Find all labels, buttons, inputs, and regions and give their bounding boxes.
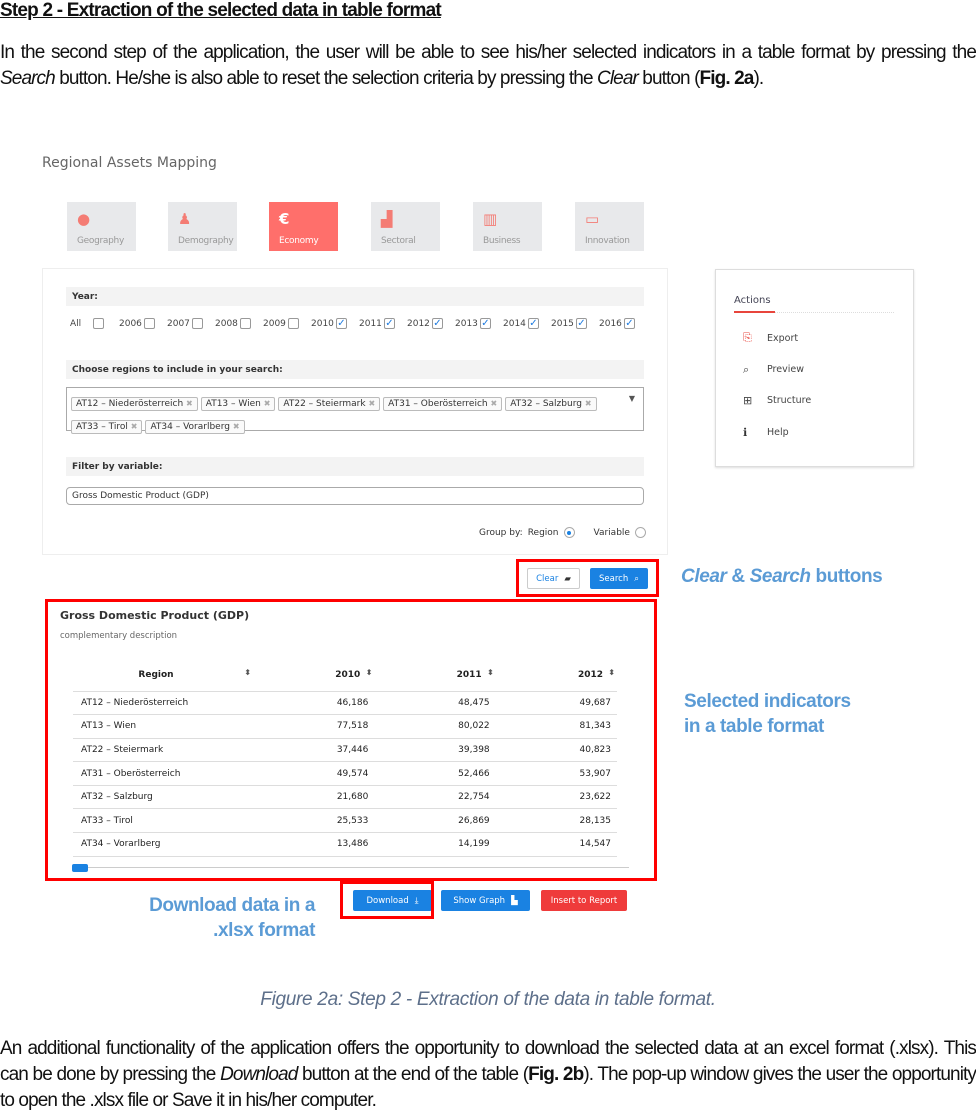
year-option[interactable]: 2014 ✓ bbox=[503, 318, 539, 329]
info-icon: ℹ bbox=[743, 425, 748, 439]
year-label: 2008 bbox=[215, 318, 238, 329]
year-label: Year: bbox=[66, 287, 644, 306]
category-tile-demography[interactable]: ♟ Demography bbox=[168, 202, 237, 251]
category-tile-innovation[interactable]: ▭ Innovation bbox=[575, 202, 644, 251]
remove-icon[interactable]: ✖ bbox=[233, 422, 240, 431]
region-tag: AT34 – Vorarlberg ✖ bbox=[145, 420, 245, 434]
year-option[interactable]: 2008 bbox=[215, 318, 251, 329]
app-title: Regional Assets Mapping bbox=[42, 155, 217, 171]
region-tag: AT22 – Steiermark ✖ bbox=[278, 397, 381, 411]
remove-icon[interactable]: ✖ bbox=[491, 399, 498, 408]
show-graph-button[interactable]: Show Graph ▙ bbox=[441, 890, 530, 911]
annotation-clear-search: Clear & Search buttons bbox=[681, 566, 883, 587]
factory-icon: ▟ bbox=[381, 210, 393, 228]
year-label: 2009 bbox=[263, 318, 286, 329]
year-option[interactable]: 2012 ✓ bbox=[407, 318, 443, 329]
year-option[interactable]: 2006 bbox=[119, 318, 155, 329]
year-checkbox[interactable]: ✓ bbox=[431, 318, 443, 329]
remove-icon[interactable]: ✖ bbox=[186, 399, 193, 408]
year-option[interactable]: 2013 ✓ bbox=[455, 318, 491, 329]
year-label: 2011 bbox=[359, 318, 382, 329]
year-label: 2016 bbox=[599, 318, 622, 329]
region-radio[interactable] bbox=[563, 527, 575, 538]
globe-icon: ● bbox=[77, 210, 91, 228]
year-checkbox[interactable]: ✓ bbox=[479, 318, 491, 329]
year-label: 2007 bbox=[167, 318, 190, 329]
filter-label: Filter by variable: bbox=[66, 457, 644, 476]
year-label: 2015 bbox=[551, 318, 574, 329]
year-option[interactable]: 2015 ✓ bbox=[551, 318, 587, 329]
region-tag: AT31 – Oberösterreich ✖ bbox=[383, 397, 503, 411]
action-export[interactable]: ⎘ Export bbox=[743, 331, 798, 345]
remove-icon[interactable]: ✖ bbox=[368, 399, 375, 408]
actions-underline bbox=[734, 311, 775, 313]
group-by-label: Group by: bbox=[479, 527, 523, 538]
year-option[interactable]: 2010 ✓ bbox=[311, 318, 347, 329]
year-checkbox[interactable]: ✓ bbox=[383, 318, 395, 329]
region-tag: AT12 – Niederösterreich ✖ bbox=[71, 397, 198, 411]
category-tile-sectoral[interactable]: ▟ Sectoral bbox=[371, 202, 440, 251]
region-tag: AT33 – Tirol ✖ bbox=[71, 420, 143, 434]
year-label: 2013 bbox=[455, 318, 478, 329]
year-checkbox[interactable] bbox=[143, 318, 155, 329]
building-icon: ▥ bbox=[483, 210, 498, 228]
action-structure[interactable]: ⊞ Structure bbox=[743, 394, 811, 407]
preview-icon: ⌕ bbox=[743, 362, 750, 376]
variable-label: Variable bbox=[593, 527, 630, 538]
section-heading: Step 2 - Extraction of the selected data… bbox=[0, 0, 442, 21]
year-checkbox[interactable]: ✓ bbox=[623, 318, 635, 329]
regions-multiselect[interactable]: AT12 – Niederösterreich ✖ AT13 – Wien ✖ AT… bbox=[66, 387, 644, 434]
year-label: 2014 bbox=[503, 318, 526, 329]
remove-icon[interactable]: ✖ bbox=[264, 399, 271, 408]
highlight-box-download bbox=[340, 881, 434, 919]
laptop-icon: ▭ bbox=[585, 210, 600, 228]
region-label: Region bbox=[527, 527, 559, 538]
intro-paragraph: In the second step of the application, t… bbox=[0, 42, 976, 89]
variable-select[interactable]: Gross Domestic Product (GDP) bbox=[66, 487, 644, 505]
category-tile-economy[interactable]: € Economy bbox=[269, 202, 338, 251]
insert-to-report-button[interactable]: Insert to Report bbox=[541, 890, 627, 911]
highlight-box-table bbox=[45, 599, 657, 881]
euro-icon: € bbox=[279, 210, 290, 228]
group-by: Group by: Region Variable bbox=[479, 527, 646, 538]
year-option[interactable]: All bbox=[70, 318, 105, 329]
dropdown-arrow-icon[interactable]: ▼ bbox=[629, 394, 635, 403]
region-tag: AT32 – Salzburg ✖ bbox=[505, 397, 597, 411]
variable-radio[interactable] bbox=[634, 527, 646, 538]
highlight-box-clear-search bbox=[516, 559, 659, 597]
figure-caption: Figure 2a: Step 2 - Extraction of the da… bbox=[260, 989, 716, 1010]
action-help[interactable]: ℹ Help bbox=[743, 426, 789, 439]
year-checkbox[interactable] bbox=[191, 318, 203, 329]
annotation-download: Download data in a .xlsx format bbox=[149, 895, 315, 941]
year-option[interactable]: 2016 ✓ bbox=[599, 318, 635, 329]
category-tile-geography[interactable]: ● Geography bbox=[67, 202, 136, 251]
year-label: 2006 bbox=[119, 318, 142, 329]
year-option[interactable]: 2007 bbox=[167, 318, 203, 329]
year-option[interactable]: 2011 ✓ bbox=[359, 318, 395, 329]
export-icon: ⎘ bbox=[743, 331, 752, 344]
regions-label: Choose regions to include in your search… bbox=[66, 360, 644, 379]
year-checkbox[interactable]: ✓ bbox=[575, 318, 587, 329]
region-tag: AT13 – Wien ✖ bbox=[200, 397, 276, 411]
category-tile-business[interactable]: ▥ Business bbox=[473, 202, 542, 251]
year-checkbox[interactable]: ✓ bbox=[527, 318, 539, 329]
year-checkbox[interactable] bbox=[287, 318, 299, 329]
annotation-table: Selected indicators in a table format bbox=[684, 691, 851, 737]
year-option[interactable]: 2009 bbox=[263, 318, 299, 329]
year-checkbox[interactable]: ✓ bbox=[335, 318, 347, 329]
area-chart-icon: ▙ bbox=[511, 895, 518, 906]
structure-icon: ⊞ bbox=[743, 394, 753, 407]
outro-paragraph: An additional functionality of the appli… bbox=[0, 1038, 976, 1111]
remove-icon[interactable]: ✖ bbox=[131, 422, 138, 431]
actions-title: Actions bbox=[734, 295, 771, 306]
year-label: 2012 bbox=[407, 318, 430, 329]
year-label: All bbox=[70, 318, 82, 329]
person-icon: ♟ bbox=[178, 210, 192, 228]
action-preview[interactable]: ⌕ Preview bbox=[743, 363, 804, 377]
year-checkbox[interactable] bbox=[239, 318, 251, 329]
year-label: 2010 bbox=[311, 318, 334, 329]
year-checkbox[interactable] bbox=[93, 318, 105, 329]
remove-icon[interactable]: ✖ bbox=[585, 399, 592, 408]
